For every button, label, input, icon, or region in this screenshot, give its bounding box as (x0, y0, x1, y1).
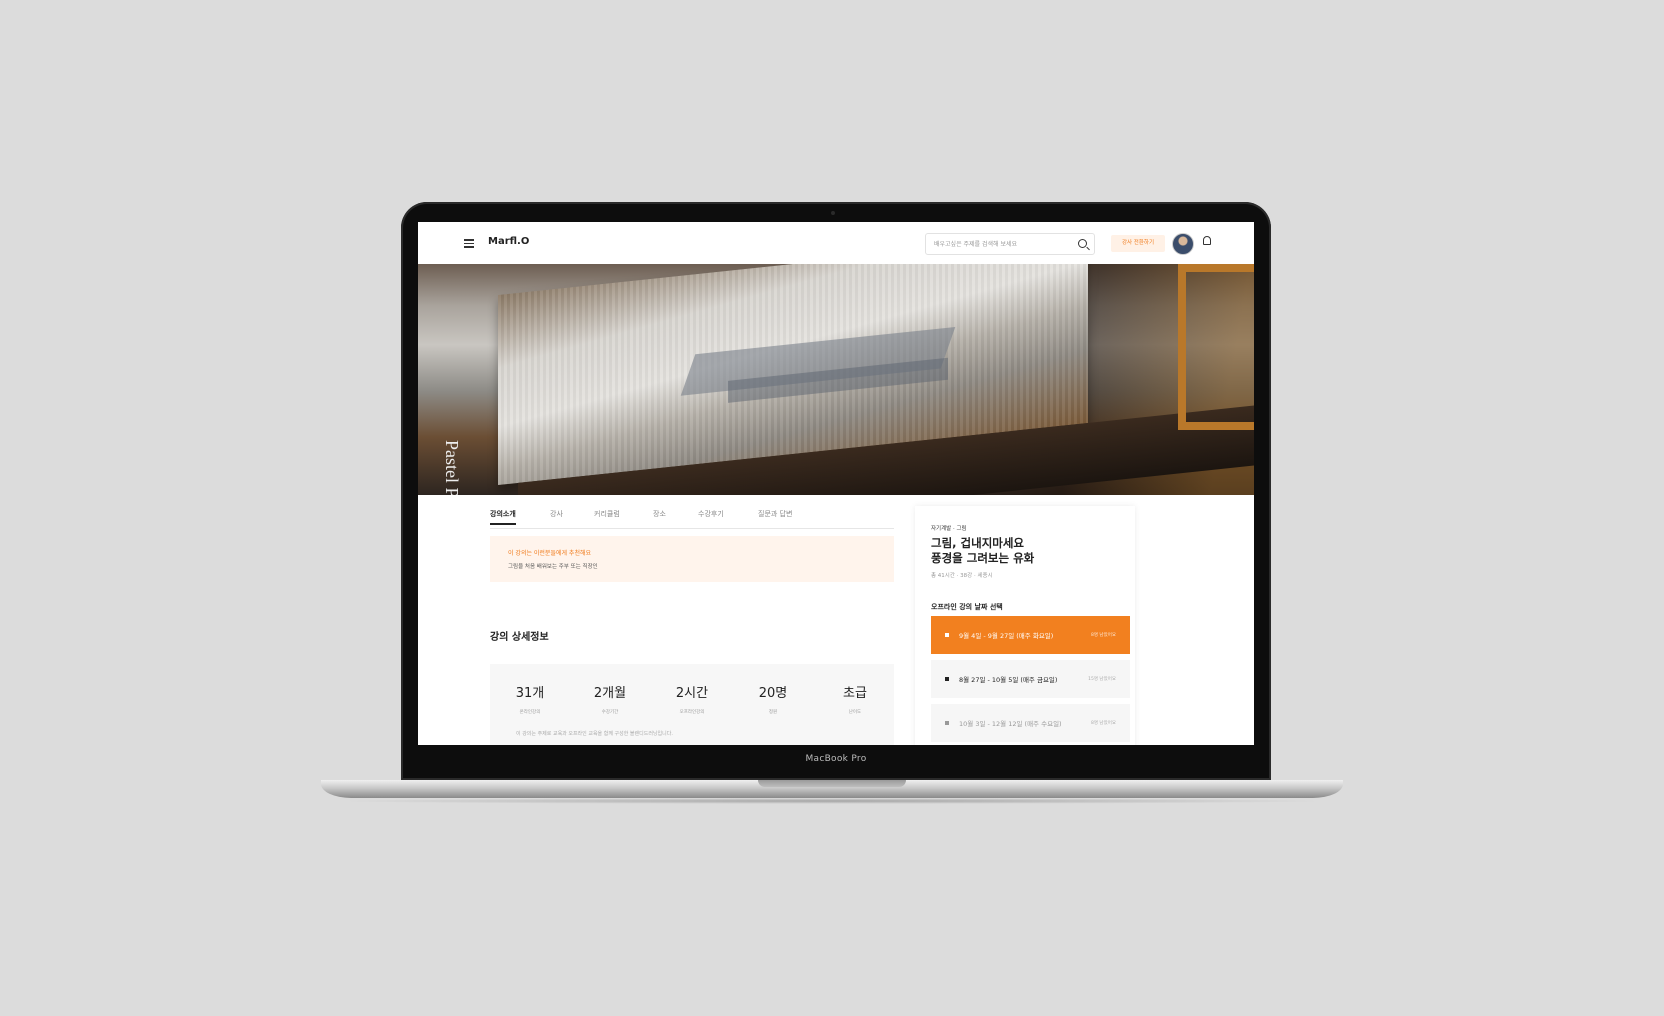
detail-title: 강의 상세정보 (490, 632, 549, 643)
course-meta: 총 41시간 · 38강 · 세종시 (931, 573, 993, 579)
avatar[interactable] (1172, 233, 1194, 255)
device-label: MacBook Pro (805, 754, 867, 764)
stats-panel: 31개 온라인강의 2개월 수강기간 2시간 오프라인강의 20명 정원 초급 … (490, 664, 894, 745)
recommend-box: 이 강의는 이런분들에게 추천해요 그림을 처음 배워보는 주부 또는 직장인 (490, 536, 894, 582)
search-placeholder: 배우고싶은 주제를 검색해 보세요 (934, 241, 1018, 248)
tab-bar: 강의소개 강사 커리큘럼 장소 수강후기 질문과 답변 (490, 495, 894, 529)
laptop-notch (758, 780, 906, 787)
hero-image: Pastel P (418, 264, 1254, 495)
laptop-lid: Marfl.O 배우고싶은 주제를 검색해 보세요 강사 전환하기 Pastel… (401, 202, 1271, 780)
top-navigation: Marfl.O 배우고싶은 주제를 검색해 보세요 강사 전환하기 (418, 222, 1254, 265)
recommend-title: 이 강의는 이런분들에게 추천해요 (508, 550, 592, 557)
search-icon[interactable] (1078, 239, 1087, 248)
date-section-title: 오프라인 강의 날짜 선택 (931, 603, 1003, 611)
course-title: 그림, 겁내지마세요 풍경을 그려보는 유화 (931, 536, 1035, 565)
picture-frame (1178, 264, 1254, 430)
tab-reviews[interactable]: 수강후기 (698, 509, 724, 519)
search-input[interactable]: 배우고싶은 주제를 검색해 보세요 (925, 233, 1095, 255)
stat-lectures: 31개 온라인강의 (515, 686, 545, 715)
tab-curriculum[interactable]: 커리큘럼 (594, 509, 620, 519)
course-category: 자기계발 · 그림 (931, 526, 967, 532)
stat-duration: 2개월 수강기간 (593, 686, 627, 715)
stat-capacity: 20명 정원 (758, 686, 788, 715)
hamburger-menu-icon[interactable] (464, 239, 474, 248)
tab-instructor[interactable]: 강사 (550, 509, 563, 519)
bell-icon[interactable] (1203, 236, 1211, 245)
stats-note: 이 강의는 주제로 교육과 오프라인 교육을 함께 구성한 블렌디드러닝입니다. (516, 731, 673, 737)
tab-qna[interactable]: 질문과 답변 (758, 509, 792, 519)
laptop-base (321, 780, 1343, 798)
date-option-selected[interactable]: 9월 4일 - 9월 27일 (매주 화요일) 8명 남았어요 (931, 616, 1130, 654)
date-option[interactable]: 10월 3일 - 12월 12일 (매주 수요일) 8명 남았어요 (931, 704, 1130, 742)
logo[interactable]: Marfl.O (488, 236, 529, 247)
tab-intro[interactable]: 강의소개 (490, 509, 516, 525)
course-sidebar: 자기계발 · 그림 그림, 겁내지마세요 풍경을 그려보는 유화 총 41시간 … (915, 506, 1135, 745)
pastel-box-text: Pastel P (442, 440, 462, 495)
stat-level: 초급 난이도 (843, 686, 867, 715)
recommend-subtitle: 그림을 처음 배워보는 주부 또는 직장인 (508, 564, 598, 570)
camera-dot (831, 211, 835, 215)
tab-location[interactable]: 장소 (653, 509, 666, 519)
date-option[interactable]: 8월 27일 - 10월 5일 (매주 금요일) 15명 남았어요 (931, 660, 1130, 698)
laptop-shadow (330, 798, 1334, 804)
instructor-switch-button[interactable]: 강사 전환하기 (1111, 235, 1165, 252)
screen: Marfl.O 배우고싶은 주제를 검색해 보세요 강사 전환하기 Pastel… (418, 222, 1254, 745)
stat-offline-hours: 2시간 오프라인강의 (675, 686, 709, 715)
